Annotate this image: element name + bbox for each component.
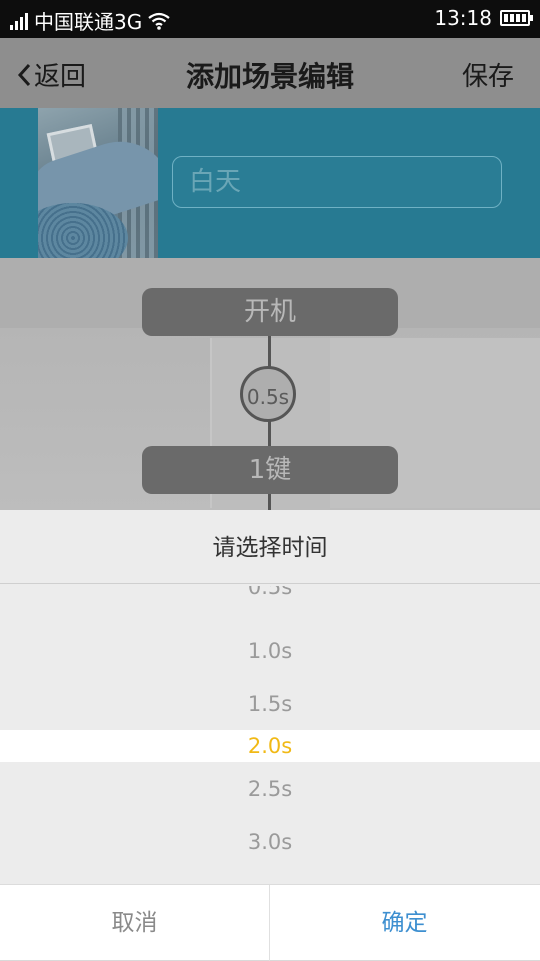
carrier-label: 中国联通3G [34, 10, 143, 34]
delay-badge[interactable]: 0.5s [240, 366, 296, 422]
confirm-button[interactable]: 确定 [270, 885, 539, 961]
scene-flow: 开机 0.5s 1键 [0, 258, 540, 510]
save-button[interactable]: 保存 [462, 56, 514, 93]
picker-actions: 取消 确定 [0, 884, 540, 961]
time-picker-wheel[interactable]: 0.5s 1.0s 1.5s 2.0s 2.5s 3.0s [0, 584, 540, 884]
picker-option[interactable]: 2.5s [0, 774, 540, 804]
picker-title: 请选择时间 [0, 510, 540, 584]
clock: 13:18 [434, 6, 492, 30]
battery-icon [500, 10, 533, 26]
page-title: 添加场景编辑 [185, 60, 354, 93]
status-left: 中国联通3G [10, 6, 170, 35]
wifi-icon [148, 12, 170, 30]
time-picker-sheet: 请选择时间 0.5s 1.0s 1.5s 2.0s 2.5s 3.0s 取消 确… [0, 510, 540, 961]
picker-option[interactable]: 1.5s [0, 689, 540, 719]
nav-bar: 返回 添加场景编辑 保存 [0, 38, 540, 108]
picker-option[interactable]: 3.0s [0, 827, 540, 857]
scene-thumbnail[interactable] [38, 108, 158, 258]
picker-option[interactable]: 1.0s [0, 636, 540, 666]
scene-name-input[interactable]: 白天 [172, 156, 502, 208]
cancel-button[interactable]: 取消 [0, 885, 270, 961]
signal-icon [10, 12, 28, 30]
status-right: 13:18 [434, 6, 533, 30]
action-step-power[interactable]: 开机 [142, 288, 398, 336]
picker-option[interactable]: 0.5s [0, 586, 540, 610]
action-step-key1[interactable]: 1键 [142, 446, 398, 494]
status-bar: 中国联通3G 13:18 [0, 0, 540, 38]
picker-option-selected[interactable]: 2.0s [0, 730, 540, 762]
scene-banner: 白天 [0, 108, 540, 258]
